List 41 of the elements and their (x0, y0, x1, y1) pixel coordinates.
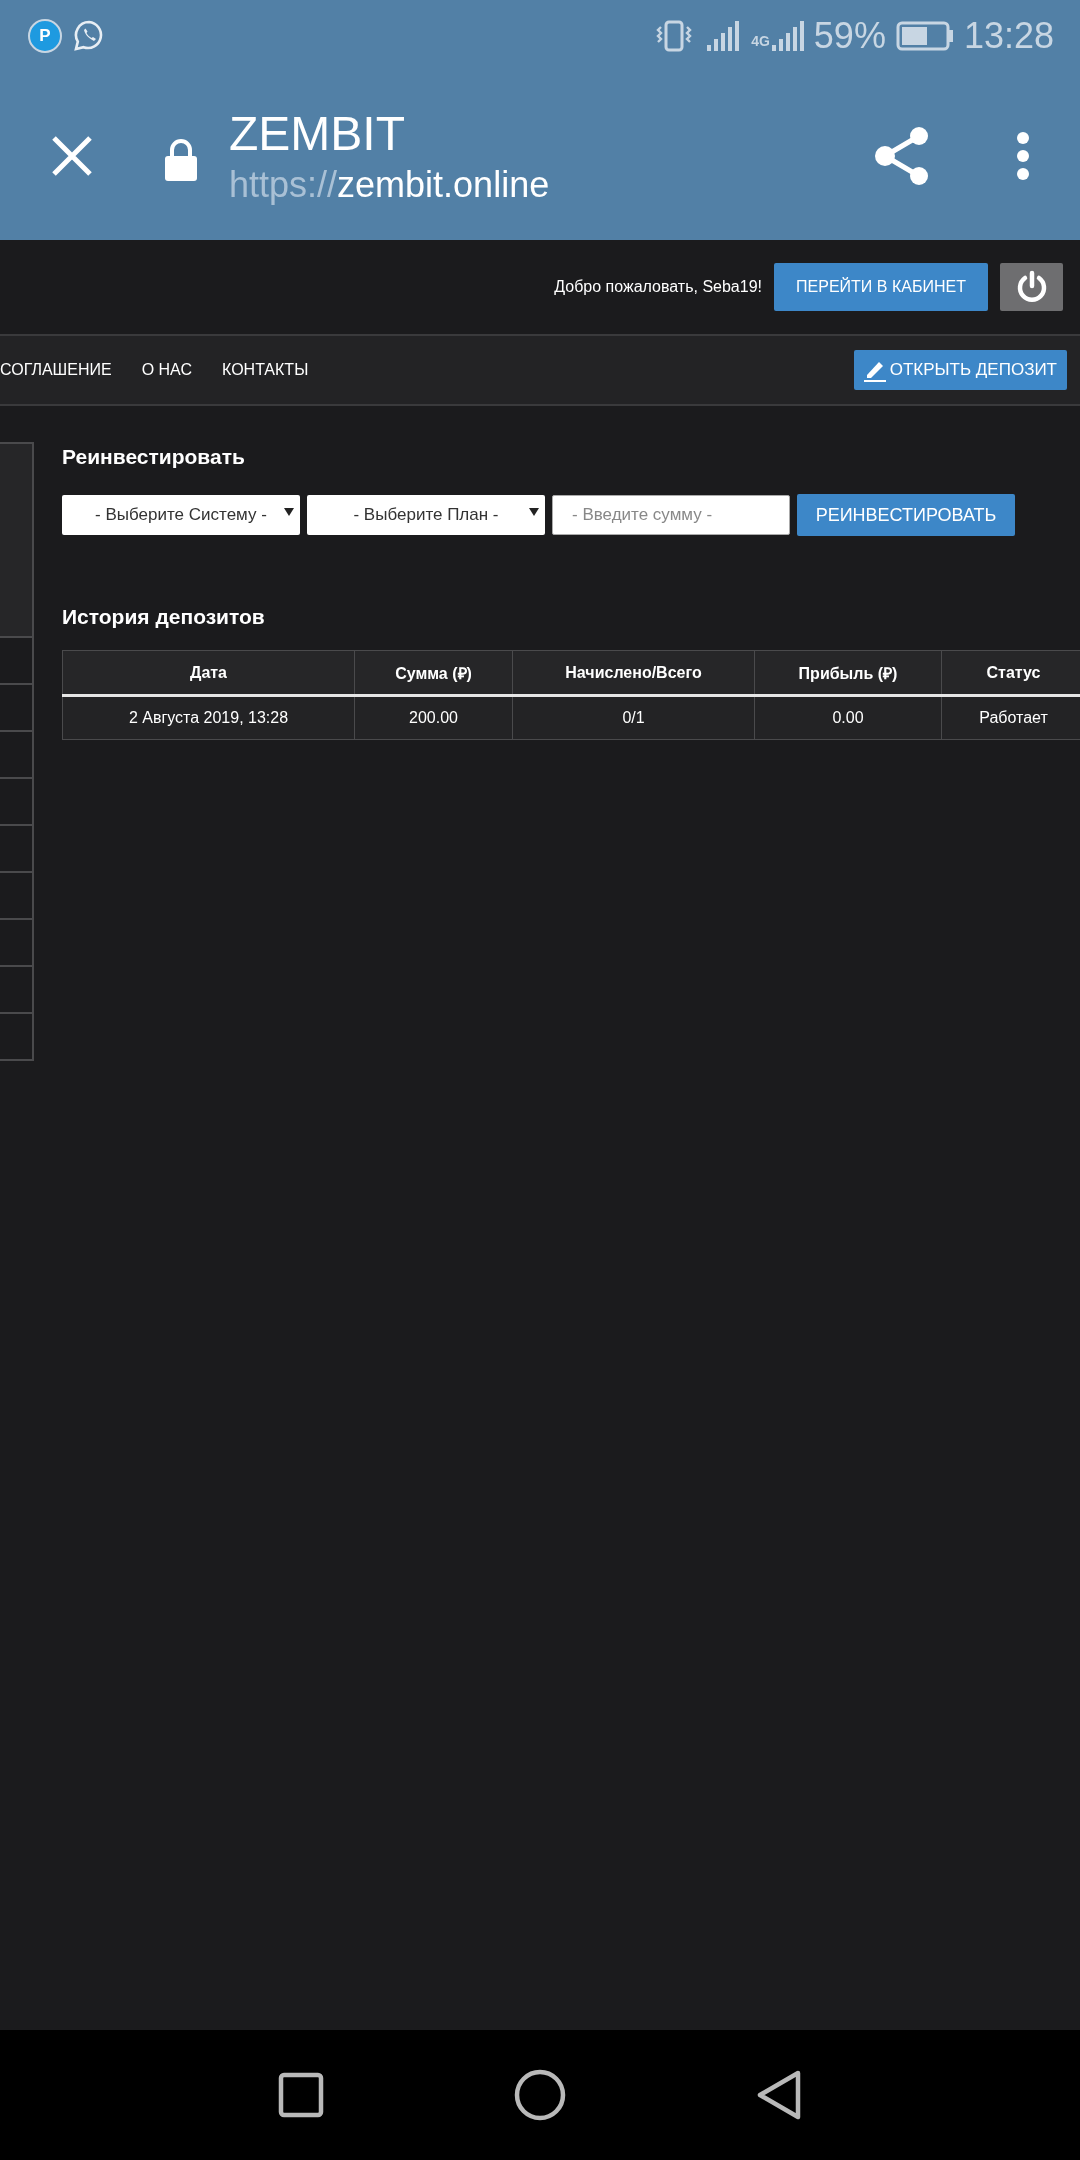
amount-field[interactable]: - Введите сумму - (552, 495, 790, 535)
caret-icon (529, 508, 539, 516)
open-deposit-button[interactable]: ОТКРЫТЬ ДЕПОЗИТ (853, 350, 1067, 390)
table-cell: 0.00 (754, 695, 942, 740)
column-header: Статус (941, 650, 1080, 696)
close-icon[interactable] (50, 134, 94, 178)
table-cell: 2 Августа 2019, 13:28 (62, 695, 355, 740)
back-icon[interactable] (756, 2069, 802, 2121)
table-cell: 200.00 (354, 695, 513, 740)
share-icon[interactable] (873, 125, 931, 187)
welcome-text: Добро пожаловать, Seba19! (554, 278, 762, 296)
page-title: ZEMBIT (229, 106, 406, 162)
power-button[interactable] (1000, 263, 1063, 311)
column-header: Дата (62, 650, 355, 696)
system-select[interactable]: - Выберите Систему - (62, 495, 300, 535)
cabinet-button[interactable]: ПЕРЕЙТИ В КАБИНЕТ (774, 263, 988, 311)
clock: 13:28 (963, 15, 1054, 57)
table-cell: 0/1 (512, 695, 755, 740)
recent-apps-icon[interactable] (278, 2072, 324, 2118)
signal-icon (771, 19, 804, 53)
more-options-icon[interactable] (1016, 131, 1030, 181)
network-type-label: 4G (751, 33, 770, 49)
signal-icon (705, 19, 742, 53)
reinvest-button[interactable]: РЕИНВЕСТИРОВАТЬ (797, 494, 1015, 536)
nav-link[interactable]: КОНТАКТЫ (222, 361, 309, 379)
column-header: Прибыль (₽) (754, 650, 942, 696)
plan-select[interactable]: - Выберите План - (307, 495, 545, 535)
caret-icon (284, 508, 294, 516)
battery-icon (895, 21, 954, 51)
nav-link[interactable]: О НАС (141, 361, 192, 379)
nav-link[interactable]: СОГЛАШЕНИЕ (0, 361, 112, 379)
lock-icon (164, 138, 198, 182)
home-icon[interactable] (514, 2069, 566, 2121)
column-header: Начислено/Всего (512, 650, 755, 696)
table-cell: Работает (941, 695, 1080, 740)
column-header: Сумма (₽) (354, 650, 513, 696)
page-url: https://zembit.online (229, 163, 551, 207)
battery-percent: 59% (813, 15, 886, 57)
app-badge-icon: P (28, 19, 62, 53)
section-title: История депозитов (62, 604, 266, 630)
section-title: Реинвестировать (62, 444, 246, 470)
